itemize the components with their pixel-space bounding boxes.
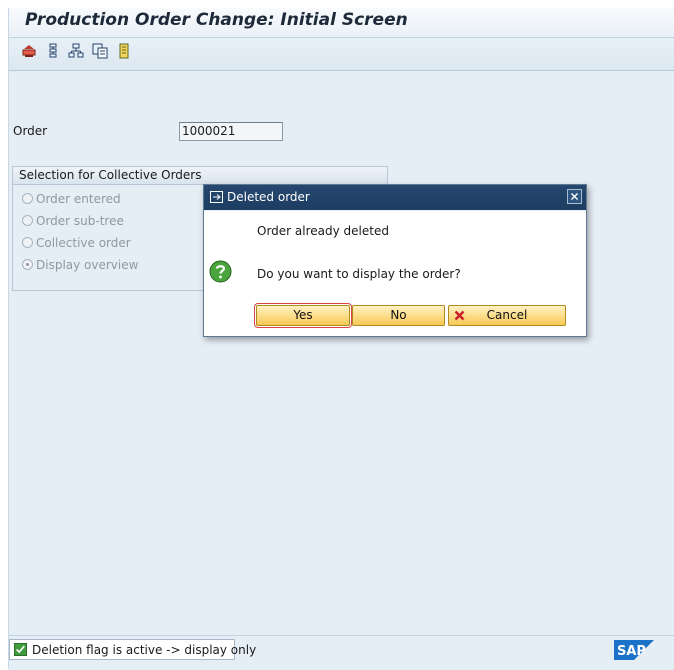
cancel-button[interactable]: Cancel (448, 305, 566, 326)
cancel-button-label: Cancel (486, 308, 528, 322)
yes-button-label: Yes (293, 308, 313, 322)
radio-button[interactable] (22, 193, 33, 204)
status-message: Deletion flag is active -> display only (32, 643, 257, 657)
yes-button[interactable]: Yes (254, 303, 352, 328)
hierarchy-icon[interactable] (68, 43, 84, 59)
close-icon[interactable] (567, 189, 582, 204)
success-check-icon (14, 643, 27, 656)
page-title: Production Order Change: Initial Screen (25, 10, 408, 30)
radio-label: Display overview (36, 258, 139, 272)
title-bar: Production Order Change: Initial Screen (9, 8, 674, 38)
svg-text:SAP: SAP (617, 644, 646, 659)
status-message-box[interactable]: Deletion flag is active -> display only (9, 639, 256, 660)
copy-icon[interactable] (92, 43, 108, 59)
group-title: Selection for Collective Orders (19, 168, 202, 182)
window-icon (210, 191, 223, 203)
radio-label: Order sub-tree (36, 214, 124, 228)
dialog-body: Order already deleted Do you want to dis… (204, 211, 586, 336)
application-toolbar (9, 38, 674, 71)
question-icon (209, 260, 232, 283)
radio-button-selected[interactable] (22, 259, 33, 270)
no-button[interactable]: No (352, 305, 445, 326)
dialog-title: Deleted order (227, 190, 310, 204)
order-label: Order (13, 124, 48, 138)
no-button-label: No (390, 308, 407, 322)
dialog-message: Order already deleted (257, 224, 389, 238)
cancel-x-icon (454, 310, 465, 321)
radio-button[interactable] (22, 237, 33, 248)
radio-label: Collective order (36, 236, 131, 250)
dialog-title-bar: Deleted order (204, 185, 586, 210)
radio-label: Order entered (36, 192, 121, 206)
dialog-question: Do you want to display the order? (257, 267, 461, 281)
structure-icon[interactable] (45, 43, 61, 59)
order-type-icon[interactable] (21, 43, 37, 59)
status-bar: Deletion flag is active -> display only … (9, 635, 674, 670)
deleted-order-dialog: Deleted order Order already deleted Do y… (203, 184, 587, 337)
group-header: Selection for Collective Orders (13, 167, 387, 185)
order-input[interactable]: 1000021 (179, 122, 283, 141)
main-window: Production Order Change: Initial Screen … (8, 8, 674, 670)
radio-button[interactable] (22, 215, 33, 226)
sap-logo: SAP (614, 640, 654, 660)
list-icon[interactable] (116, 43, 132, 59)
